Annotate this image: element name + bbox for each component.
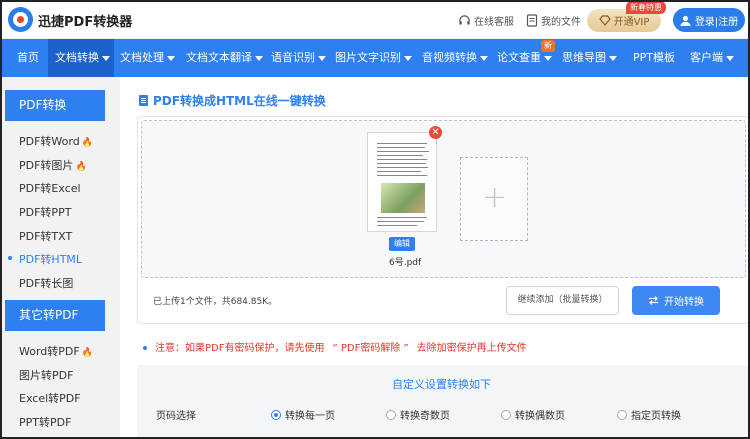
chevron-down-icon [609,55,617,61]
top-bar: 迅捷PDF转换器 在线客服 我的文件 开通VIP 新春特惠 登录|注册 [0,0,750,39]
login-register-label: 登录|注册 [694,16,739,28]
brand-name[interactable]: 迅捷PDF转换器 [38,11,132,30]
diamond-icon [598,15,611,26]
settings-title: 自定义设置转换如下 [392,378,491,391]
convert-arrows-icon [649,296,658,305]
chevron-down-icon [102,55,110,61]
radio-empty-icon [501,409,511,420]
pdf-unlock-link[interactable]: “ PDF密码解除 ” [332,343,408,354]
vip-promo-badge: 新春特惠 [626,1,666,14]
page-title: PDF转换成HTML在线一键转换 [139,92,326,109]
nav-item-client[interactable]: 客户端 [690,39,734,77]
start-convert-button[interactable]: 开始转换 [632,286,720,315]
nav-item-home[interactable]: 首页 [8,39,48,77]
nav-item-doc-convert[interactable]: 文档转换 [48,39,114,77]
bullet-dot [143,346,147,350]
fire-icon: 🔥 [75,162,87,172]
file-icon [526,14,538,27]
sidebar-item-pdf-image[interactable]: PDF转图片 🔥 [19,157,87,173]
sidebar-item-excel-pdf[interactable]: Excel转PDF [19,390,81,406]
continue-add-button[interactable]: 继续添加（批量转换） [506,286,619,315]
my-files-label: 我的文件 [541,17,581,28]
radio-empty-icon [386,409,396,420]
chevron-down-icon [318,55,326,61]
sidebar-group-other-to-pdf[interactable]: 其它转PDF [5,300,105,331]
chevron-down-icon [544,55,552,61]
thumbnail-photo [381,183,425,213]
password-note: 注意：如果PDF有密码保护，请先使用 “ PDF密码解除 ” 去除加密保护再上传文件 [143,339,527,354]
main-nav: 首页 文档转换 文档处理 文档文本翻译 语音识别 图片文字识别 音视频转换 论文… [0,39,750,77]
brand-logo-icon[interactable] [8,7,33,32]
upload-summary: 已上传1个文件，共684.85K。 [153,297,278,307]
sidebar-item-image-pdf[interactable]: 图片转PDF [19,367,73,383]
nav-item-speech[interactable]: 语音识别 [271,39,326,77]
user-icon [680,15,691,26]
radio-odd-pages[interactable]: 转换奇数页 [386,407,450,422]
customer-service-link[interactable]: 在线客服 [458,13,514,28]
nav-item-ppt[interactable]: PPT模板 [633,39,675,77]
file-name: 6号.pdf [389,258,422,268]
radio-empty-icon [617,409,627,420]
chevron-down-icon [404,55,412,61]
radio-specific-pages[interactable]: 指定页转换 [617,407,681,422]
nav-item-doc-translate[interactable]: 文档文本翻译 [186,39,263,77]
drop-zone[interactable] [141,120,746,278]
plus-icon: + [482,180,508,215]
nav-item-av[interactable]: 音视频转换 [422,39,488,77]
fire-icon: 🔥 [81,348,93,358]
sidebar-item-pdf-ppt[interactable]: PDF转PPT [19,204,71,220]
chevron-down-icon [167,55,175,61]
radio-selected-icon [271,409,281,420]
new-badge: 新 [541,40,555,52]
sidebar-item-ppt-pdf[interactable]: PPT转PDF [19,414,71,430]
sidebar-item-pdf-html[interactable]: PDF转HTML [19,251,82,267]
headset-icon [459,15,470,25]
login-register-button[interactable]: 登录|注册 [673,8,745,32]
my-files-link[interactable]: 我的文件 [526,13,581,28]
nav-item-mindmap[interactable]: 思维导图 [562,39,617,77]
customer-service-label: 在线客服 [474,17,514,28]
chevron-down-icon [480,55,488,61]
sidebar-item-pdf-excel[interactable]: PDF转Excel [19,180,81,196]
active-dot [8,256,12,260]
fire-icon: 🔥 [81,138,93,148]
nav-item-ocr[interactable]: 图片文字识别 [335,39,412,77]
radio-even-pages[interactable]: 转换偶数页 [501,407,565,422]
sidebar-item-pdf-long-image[interactable]: PDF转长图 [19,275,73,291]
document-icon [139,95,148,106]
start-convert-label: 开始转换 [664,297,704,308]
chevron-down-icon [726,55,734,61]
nav-item-doc-process[interactable]: 文档处理 [120,39,175,77]
sidebar-item-pdf-word[interactable]: PDF转Word 🔥 [19,133,93,149]
radio-every-page[interactable]: 转换每一页 [271,407,335,422]
sidebar-item-word-pdf[interactable]: Word转PDF 🔥 [19,343,93,359]
page-select-label: 页码选择 [156,411,196,422]
sidebar-group-pdf-convert[interactable]: PDF转换 [5,90,105,121]
remove-file-icon[interactable]: ✕ [429,126,442,139]
edit-button[interactable]: 编辑 [389,237,415,251]
sidebar-item-pdf-txt[interactable]: PDF转TXT [19,228,72,244]
file-thumbnail[interactable] [367,132,437,232]
vip-label: 开通VIP [613,17,650,28]
chevron-down-icon [255,55,263,61]
